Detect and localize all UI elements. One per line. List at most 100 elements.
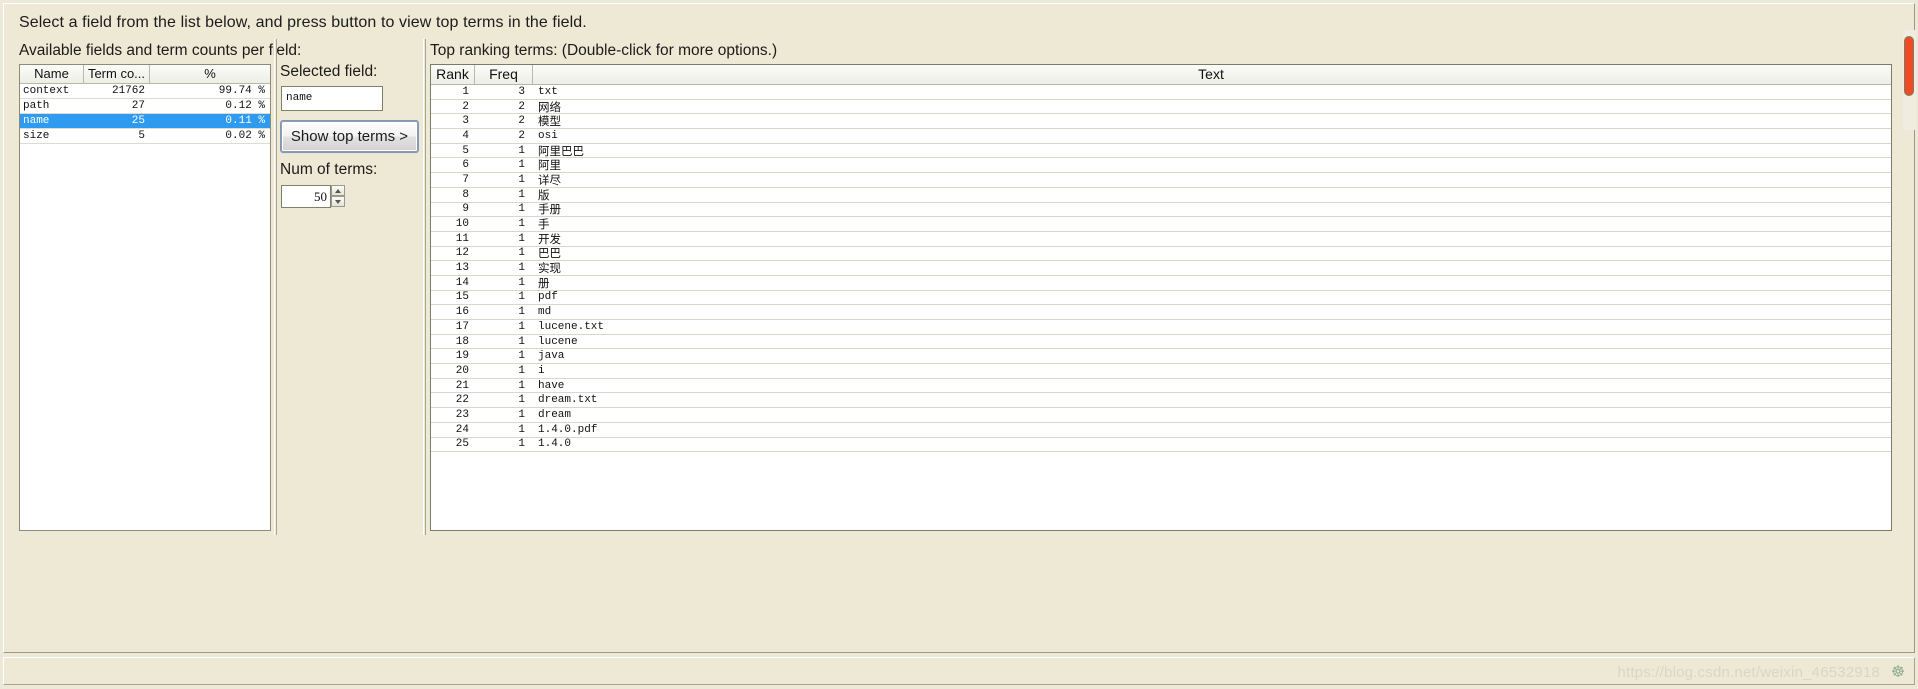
term-freq: 1 <box>518 247 525 260</box>
terms-column-header-freq[interactable]: Freq <box>475 65 533 84</box>
splitter-left[interactable] <box>274 39 277 535</box>
term-freq: 1 <box>518 188 525 201</box>
selected-field-input[interactable]: name <box>281 86 383 111</box>
term-text: 1.4.0.pdf <box>538 423 598 436</box>
stepper-buttons[interactable] <box>331 185 345 208</box>
num-of-terms-label: Num of terms: <box>280 161 378 178</box>
term-freq: 1 <box>518 291 525 304</box>
term-rank: 12 <box>455 247 469 260</box>
show-top-terms-button[interactable]: Show top terms > <box>280 120 419 153</box>
table-row[interactable]: 13 1 实现 <box>431 261 1891 276</box>
term-rank: 20 <box>455 364 469 377</box>
term-rank: 2 <box>462 100 469 113</box>
main-panel: Select a field from the list below, and … <box>3 3 1915 653</box>
table-row[interactable]: 19 1 java <box>431 349 1891 365</box>
splitter-right[interactable] <box>423 39 426 535</box>
term-text: lucene.txt <box>538 320 605 333</box>
term-freq: 1 <box>518 335 525 348</box>
term-rank: 16 <box>455 306 469 319</box>
selected-field-label: Selected field: <box>280 63 378 80</box>
fields-column-header-percent[interactable]: % <box>150 65 270 83</box>
field-name: size <box>23 130 50 142</box>
term-text: 开发 <box>538 231 561 246</box>
available-fields-label: Available fields and term counts per fie… <box>19 42 302 59</box>
term-rank: 10 <box>455 218 469 231</box>
vertical-scrollbar[interactable] <box>1903 30 1916 130</box>
term-rank: 24 <box>455 423 469 436</box>
triangle-up-icon[interactable] <box>331 185 345 196</box>
term-rank: 25 <box>455 438 469 451</box>
field-term-count: 27 <box>131 100 145 112</box>
inner-pane: Select a field from the list below, and … <box>6 6 1912 650</box>
term-freq: 1 <box>518 320 525 333</box>
table-row[interactable]: context 21762 99.74 % <box>20 84 270 99</box>
table-row[interactable]: 17 1 lucene.txt <box>431 320 1891 335</box>
table-row[interactable]: 6 1 阿里 <box>431 158 1891 174</box>
table-row[interactable]: path 27 0.12 % <box>20 99 270 114</box>
fields-table-header: Name Term co... % <box>20 65 270 84</box>
term-rank: 9 <box>462 203 469 216</box>
table-row[interactable]: 16 1 md <box>431 305 1891 320</box>
terms-column-header-text[interactable]: Text <box>533 65 1891 84</box>
term-freq: 1 <box>518 276 525 289</box>
num-of-terms-input[interactable]: 50 <box>281 185 331 208</box>
term-freq: 1 <box>518 262 525 275</box>
table-row[interactable]: size 5 0.02 % <box>20 129 270 144</box>
table-row[interactable]: 18 1 lucene <box>431 335 1891 350</box>
term-rank: 14 <box>455 276 469 289</box>
term-text: 册 <box>538 275 550 290</box>
available-fields-table[interactable]: Name Term co... % context 21762 99.74 % … <box>19 64 271 531</box>
term-text: txt <box>538 85 558 98</box>
table-row[interactable]: 2 2 网络 <box>431 100 1891 115</box>
field-name: path <box>23 100 50 112</box>
table-row[interactable]: 7 1 详尽 <box>431 173 1891 188</box>
table-row[interactable]: 21 1 have <box>431 379 1891 394</box>
table-row[interactable]: 11 1 开发 <box>431 232 1891 247</box>
term-rank: 8 <box>462 188 469 201</box>
term-freq: 3 <box>518 85 525 98</box>
table-row[interactable]: 3 2 模型 <box>431 114 1891 130</box>
term-rank: 15 <box>455 291 469 304</box>
top-ranking-terms-table[interactable]: Rank Freq Text 1 3 txt 2 2 网络 3 2 模型 4 2 osi 5 1 阿里巴巴 6… <box>430 64 1892 531</box>
term-text: 详尽 <box>538 172 561 187</box>
num-of-terms-stepper[interactable]: 50 <box>281 185 345 208</box>
table-row-selected[interactable]: name 25 0.11 % <box>20 114 270 129</box>
field-term-count: 21762 <box>111 85 145 97</box>
term-freq: 1 <box>518 159 525 172</box>
terms-table-body: 1 3 txt 2 2 网络 3 2 模型 4 2 osi 5 1 阿里巴巴 6 1 阿里 7 1 详尽 8 1 版 9 1 手册 1… <box>431 85 1891 453</box>
table-row[interactable]: 12 1 巴巴 <box>431 246 1891 262</box>
term-rank: 11 <box>455 232 469 245</box>
table-row[interactable]: 20 1 i <box>431 364 1891 379</box>
table-row[interactable]: 4 2 osi <box>431 129 1891 144</box>
triangle-down-icon[interactable] <box>331 196 345 207</box>
table-row[interactable]: 8 1版 <box>431 188 1891 203</box>
table-row[interactable]: 5 1 阿里巴巴 <box>431 144 1891 159</box>
scrollbar-thumb[interactable] <box>1904 36 1914 96</box>
term-freq: 1 <box>518 408 525 421</box>
table-row[interactable]: 9 1 手册 <box>431 202 1891 218</box>
table-row[interactable]: 14 1 册 <box>431 276 1891 291</box>
csdn-logo-icon: ☸ <box>1890 662 1906 681</box>
field-term-count: 25 <box>84 114 150 128</box>
term-freq: 1 <box>518 350 525 363</box>
term-text: java <box>538 350 565 363</box>
term-freq: 1 <box>518 306 525 319</box>
fields-column-header-name[interactable]: Name <box>20 65 84 83</box>
table-row[interactable]: 23 1 dream <box>431 408 1891 423</box>
table-row[interactable]: 22 1 dream.txt <box>431 393 1891 409</box>
term-text: 阿里 <box>538 158 561 173</box>
table-row[interactable]: 15 1 pdf <box>431 291 1891 306</box>
fields-column-header-term-count[interactable]: Term co... <box>84 65 150 83</box>
terms-column-header-rank[interactable]: Rank <box>431 65 475 84</box>
term-rank: 22 <box>455 394 469 407</box>
table-row[interactable]: 24 1 1.4.0.pdf <box>431 423 1891 438</box>
field-name: name <box>20 114 84 128</box>
table-row[interactable]: 25 1 1.4.0 <box>431 438 1891 453</box>
table-row[interactable]: 10 1 手 <box>431 217 1891 232</box>
term-freq: 1 <box>518 438 525 451</box>
term-text: 阿里巴巴 <box>538 143 584 158</box>
term-text: 手 <box>538 217 550 232</box>
field-term-count: 5 <box>138 130 145 142</box>
table-row[interactable]: 1 3 txt <box>431 85 1891 100</box>
term-rank: 4 <box>462 129 469 142</box>
